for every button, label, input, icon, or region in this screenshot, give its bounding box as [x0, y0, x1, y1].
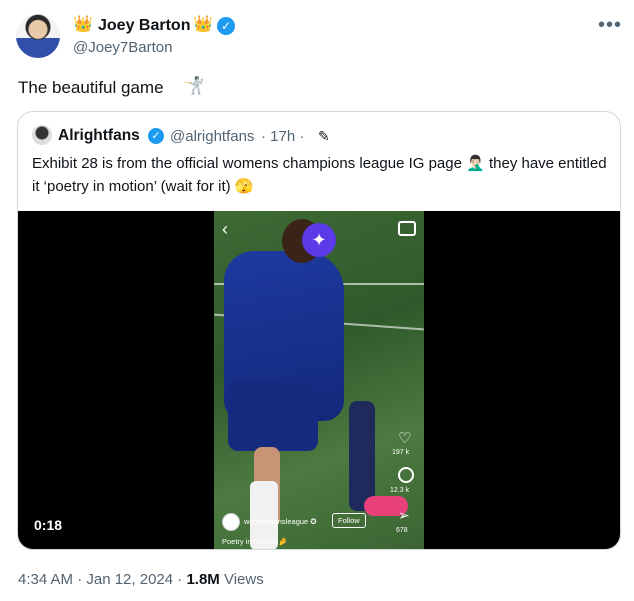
ig-like-count: 197 k [392, 449, 410, 456]
crown-emoji: 👑 [73, 16, 93, 33]
crown-emoji: 👑 [193, 16, 213, 33]
sparkle-icon: ✦ [302, 223, 336, 257]
ig-caption: Poetry in motion 🤌 [222, 537, 288, 546]
views-label: Views [219, 571, 264, 588]
quote-author-handle[interactable]: @alrightfans [170, 127, 254, 147]
more-options-button[interactable]: ••• [598, 15, 622, 35]
verified-badge-icon: ✓ [148, 128, 164, 144]
verified-badge-icon: ✓ [217, 17, 235, 35]
tweet-text: The beautiful game [18, 78, 164, 97]
author-handle[interactable]: @Joey7Barton [73, 39, 172, 56]
views-count: 1.8M [186, 571, 220, 588]
comment-icon [398, 467, 414, 483]
author-name[interactable]: Joey Barton [98, 16, 190, 36]
quoted-tweet-card[interactable]: Alrightfans ✓ @alrightfans · 17h · ✎ Exh… [17, 111, 621, 550]
camera-icon [398, 221, 416, 236]
ig-share-count: 678 [396, 527, 408, 534]
ig-account-name: wchampionsleague ✪ [244, 517, 317, 526]
heart-icon: ♡ [398, 430, 412, 447]
video-duration: 0:18 [34, 517, 63, 533]
share-icon: ➢ [398, 507, 410, 523]
fencer-emoji: 🤺 [183, 76, 205, 95]
quote-author-avatar[interactable] [32, 125, 52, 145]
tweet-footer: 4:34 AM · Jan 12, 2024 · 1.8M Views [18, 571, 264, 588]
quote-text: Exhibit 28 is from the official womens c… [32, 155, 607, 195]
player-shorts [228, 381, 318, 451]
ig-follow-label: Follow [332, 513, 366, 528]
video-frame: ✦ ‹ ♡ 197 k 12.3 k ➢ 678 wchampionsleagu… [214, 211, 424, 549]
author-avatar[interactable] [16, 14, 60, 58]
video-player[interactable]: ✦ ‹ ♡ 197 k 12.3 k ➢ 678 wchampionsleagu… [18, 211, 620, 549]
ig-comment-count: 12.3 k [390, 487, 410, 494]
quote-timestamp[interactable]: · 17h · [261, 127, 304, 147]
opponent-leg [349, 401, 375, 511]
tweet-timestamp[interactable]: 4:34 AM · Jan 12, 2024 · [18, 571, 186, 588]
quote-author-name[interactable]: Alrightfans [58, 126, 140, 146]
back-arrow-icon: ‹ [222, 219, 228, 239]
edited-pencil-icon: ✎ [318, 128, 330, 144]
ig-account-avatar [222, 513, 240, 531]
